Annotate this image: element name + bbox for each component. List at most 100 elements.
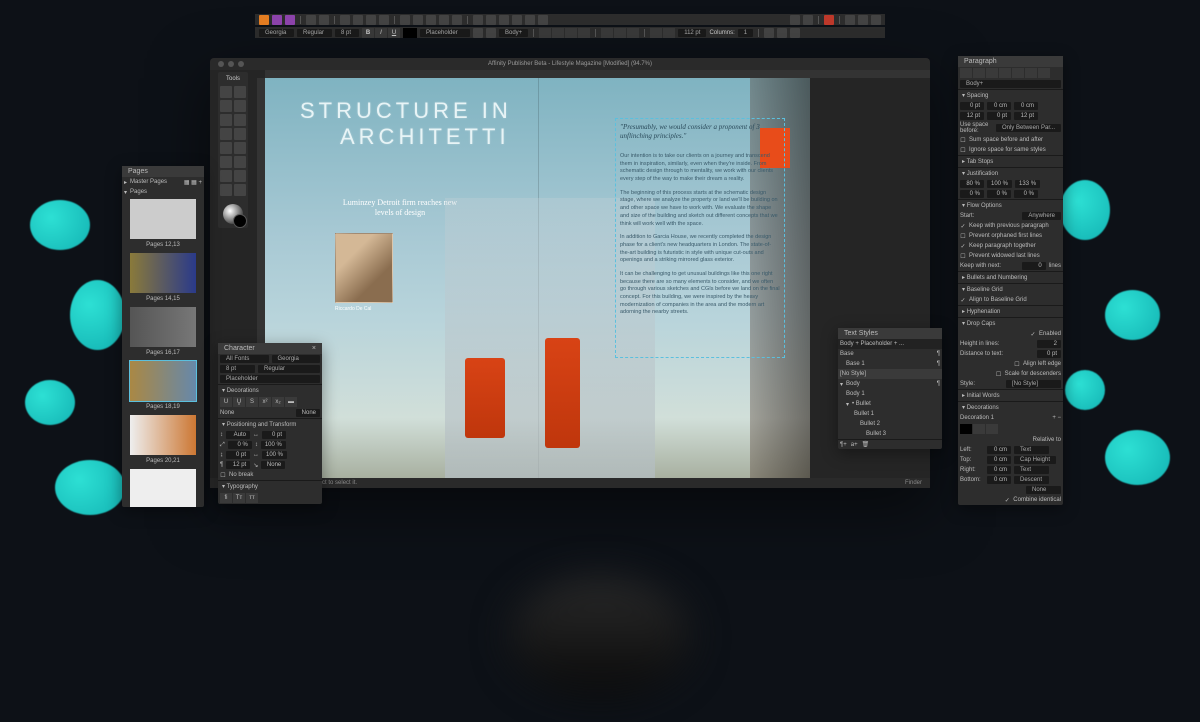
color-well[interactable] bbox=[223, 204, 243, 224]
underline-button[interactable]: U bbox=[388, 28, 400, 38]
author-photo[interactable] bbox=[335, 233, 393, 303]
help-icon[interactable] bbox=[858, 15, 868, 25]
photo-persona-icon[interactable] bbox=[272, 15, 282, 25]
shear-input[interactable]: None bbox=[261, 461, 285, 469]
use-space-select[interactable]: Only Between Par... bbox=[996, 124, 1061, 132]
orphan-checkbox[interactable]: ☐ bbox=[960, 233, 966, 239]
live-filter-icon[interactable] bbox=[824, 15, 834, 25]
deco-top-input[interactable]: 0 cm bbox=[987, 456, 1011, 464]
snapping-icon[interactable] bbox=[790, 15, 800, 25]
publisher-persona-icon[interactable] bbox=[259, 15, 269, 25]
no-break-checkbox[interactable]: ☐ bbox=[220, 472, 226, 478]
initial-words-header[interactable]: Initial Words bbox=[967, 393, 1000, 399]
preflight-icon[interactable] bbox=[340, 15, 350, 25]
style-item[interactable]: Bullet 2 bbox=[838, 419, 942, 429]
align-right-icon[interactable] bbox=[499, 15, 509, 25]
font-collection-select[interactable]: All Fonts bbox=[220, 355, 269, 363]
columns-input[interactable]: 1 bbox=[738, 29, 753, 37]
align-right-icon[interactable] bbox=[986, 68, 998, 78]
keep-prev-checkbox[interactable]: ✓ bbox=[960, 223, 966, 229]
background-swatch[interactable]: None bbox=[296, 409, 320, 417]
deco-right-rel[interactable]: Text bbox=[1014, 466, 1049, 474]
preview-icon[interactable] bbox=[803, 15, 813, 25]
justify-center-icon[interactable] bbox=[1012, 68, 1024, 78]
deco-line-swatch[interactable] bbox=[986, 424, 998, 434]
flow-header[interactable]: Flow Options bbox=[967, 203, 1002, 209]
leading-input[interactable]: Auto bbox=[226, 431, 250, 439]
font-style-select[interactable]: Regular bbox=[297, 29, 332, 37]
selected-text-frame[interactable] bbox=[615, 118, 785, 358]
align-left-icon[interactable] bbox=[473, 15, 483, 25]
superscript-icon[interactable]: x² bbox=[259, 397, 271, 407]
space-before-input[interactable]: 12 pt bbox=[960, 112, 984, 120]
max-spacing-input[interactable]: 133 % bbox=[1015, 180, 1040, 188]
deco-stroke-swatch[interactable] bbox=[973, 424, 985, 434]
zoom-tool-icon[interactable] bbox=[220, 184, 232, 196]
style-item[interactable]: Bullet 3 bbox=[838, 429, 942, 439]
space-after-input[interactable]: 0 pt bbox=[987, 112, 1011, 120]
picture-frame-tool-icon[interactable] bbox=[220, 142, 232, 154]
vector-crop-tool-icon[interactable] bbox=[220, 156, 232, 168]
ellipse-tool-icon[interactable] bbox=[234, 128, 246, 140]
align-center-icon[interactable] bbox=[973, 68, 985, 78]
style-item[interactable]: Bullet 1 bbox=[838, 409, 942, 419]
indent-right-input[interactable]: 0 cm bbox=[987, 102, 1011, 110]
indent-left-input[interactable]: 0 pt bbox=[960, 102, 984, 110]
align-left-text-icon[interactable] bbox=[539, 28, 551, 38]
font-family-select[interactable]: Georgia bbox=[259, 29, 294, 37]
page-thumbnail[interactable] bbox=[130, 199, 196, 239]
page-thumbnail[interactable] bbox=[130, 253, 196, 293]
baseline-grid-icon[interactable] bbox=[790, 28, 800, 38]
character-panel-icon[interactable] bbox=[473, 28, 483, 38]
des-spacing-input[interactable]: 100 % bbox=[987, 180, 1012, 188]
decorations-header[interactable]: Decorations bbox=[967, 405, 999, 411]
justify-right-icon[interactable] bbox=[1025, 68, 1037, 78]
align-center-icon[interactable] bbox=[486, 15, 496, 25]
style-item[interactable]: [No Style] bbox=[838, 369, 942, 379]
table-tool-icon[interactable] bbox=[220, 114, 232, 126]
document-setup-icon[interactable] bbox=[319, 15, 329, 25]
deco-left-input[interactable]: 0 cm bbox=[987, 446, 1011, 454]
italic-button[interactable]: I bbox=[375, 28, 387, 38]
bold-button[interactable]: B bbox=[362, 28, 374, 38]
widow-checkbox[interactable]: ☐ bbox=[960, 253, 966, 259]
page-thumbnail[interactable] bbox=[130, 415, 196, 455]
min-spacing-input[interactable]: 80 % bbox=[960, 180, 984, 188]
tracking-input[interactable]: 0 pt bbox=[262, 431, 286, 439]
justify-left-icon[interactable] bbox=[999, 68, 1011, 78]
account-icon[interactable] bbox=[845, 15, 855, 25]
leading-input[interactable]: 12 pt bbox=[1014, 112, 1038, 120]
deco-right-input[interactable]: 0 cm bbox=[987, 466, 1011, 474]
text-color-swatch[interactable] bbox=[403, 28, 417, 38]
scale-v-input[interactable]: 100 % bbox=[261, 441, 286, 449]
art-text-tool-icon[interactable] bbox=[234, 100, 246, 112]
arrange-icon[interactable] bbox=[366, 15, 376, 25]
delete-style-icon[interactable]: 🗑 bbox=[862, 441, 870, 448]
dropcap-style-select[interactable]: [No Style] bbox=[1006, 380, 1061, 388]
text-style-select[interactable]: Body+ bbox=[499, 29, 528, 37]
tabstops-header[interactable]: Tab Stops bbox=[967, 159, 994, 165]
align-middle-icon[interactable] bbox=[525, 15, 535, 25]
min-letter-input[interactable]: 0 % bbox=[960, 190, 984, 198]
master-pages-row[interactable]: ▸Master Pages ▦ ▦ + bbox=[122, 177, 204, 187]
align-baseline-checkbox[interactable]: ✓ bbox=[960, 297, 966, 303]
scale-desc-checkbox[interactable]: ☐ bbox=[996, 371, 1002, 377]
decoration-item[interactable]: Decoration 1 bbox=[960, 415, 994, 421]
keep-next-input[interactable]: 0 bbox=[1022, 262, 1046, 270]
close-icon[interactable]: × bbox=[312, 345, 316, 352]
column-guides-icon[interactable] bbox=[764, 28, 774, 38]
deco-bottom-rel[interactable]: Descent bbox=[1014, 476, 1049, 484]
valign-bottom-icon[interactable] bbox=[627, 28, 639, 38]
justify-text-icon[interactable] bbox=[578, 28, 590, 38]
move-back-icon[interactable] bbox=[426, 15, 436, 25]
align-top-icon[interactable] bbox=[512, 15, 522, 25]
baseline-header[interactable]: Baseline Grid bbox=[967, 287, 1003, 293]
scale-h-input[interactable]: 100 % bbox=[262, 451, 287, 459]
positioning-header[interactable]: Positioning and Transform bbox=[227, 422, 297, 428]
style-item[interactable]: ▾ Body¶ bbox=[838, 379, 942, 389]
dropcap-enabled-checkbox[interactable]: ✓ bbox=[1030, 331, 1036, 337]
pen-tool-icon[interactable] bbox=[234, 114, 246, 126]
paragraph-style-select[interactable]: Placeholder bbox=[420, 29, 470, 37]
deco-style-select[interactable]: None bbox=[1026, 486, 1061, 494]
page-thumbnail[interactable] bbox=[130, 307, 196, 347]
